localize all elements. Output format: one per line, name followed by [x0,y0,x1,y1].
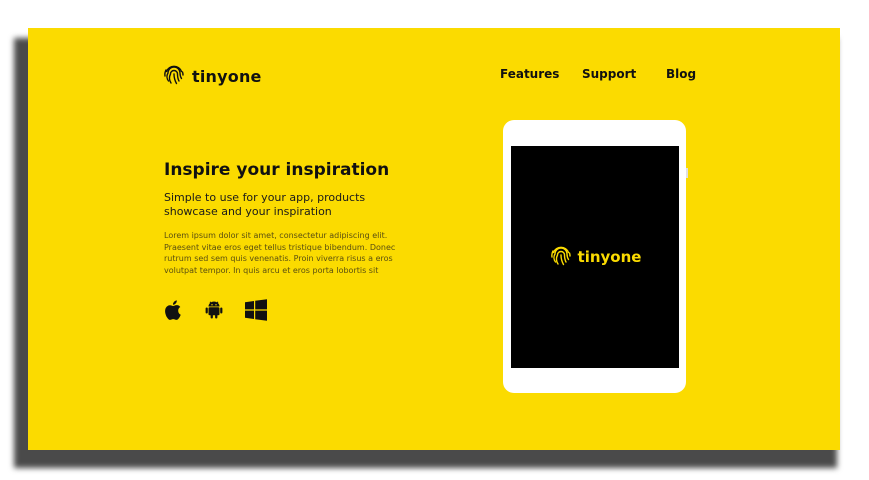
windows-icon[interactable] [245,298,267,322]
hero-title: Inspire your inspiration [164,160,390,180]
brand-logo[interactable]: tinyone [162,62,262,90]
hero-body-text: Lorem ipsum dolor sit amet, consectetur … [164,231,396,275]
android-icon[interactable] [203,298,225,322]
hero-subtitle: Simple to use for your app, products sho… [164,191,366,218]
tablet-screen: tinyone [511,146,679,368]
fingerprint-icon [549,243,573,271]
brand-name: tinyone [192,66,262,86]
fingerprint-icon [162,62,186,90]
screen-brand-logo: tinyone [549,243,642,271]
nav-support-link[interactable]: Support [582,67,636,81]
screen-brand-name: tinyone [577,248,642,266]
landing-canvas: tinyone Features Support Blog Inspire yo… [28,28,840,450]
page: tinyone Features Support Blog Inspire yo… [0,0,869,480]
nav-blog-link[interactable]: Blog [666,67,696,81]
tablet-mockup: tinyone [503,120,688,393]
nav-features-link[interactable]: Features [500,67,559,81]
tablet-side-button [686,168,688,178]
apple-icon[interactable] [163,298,185,322]
